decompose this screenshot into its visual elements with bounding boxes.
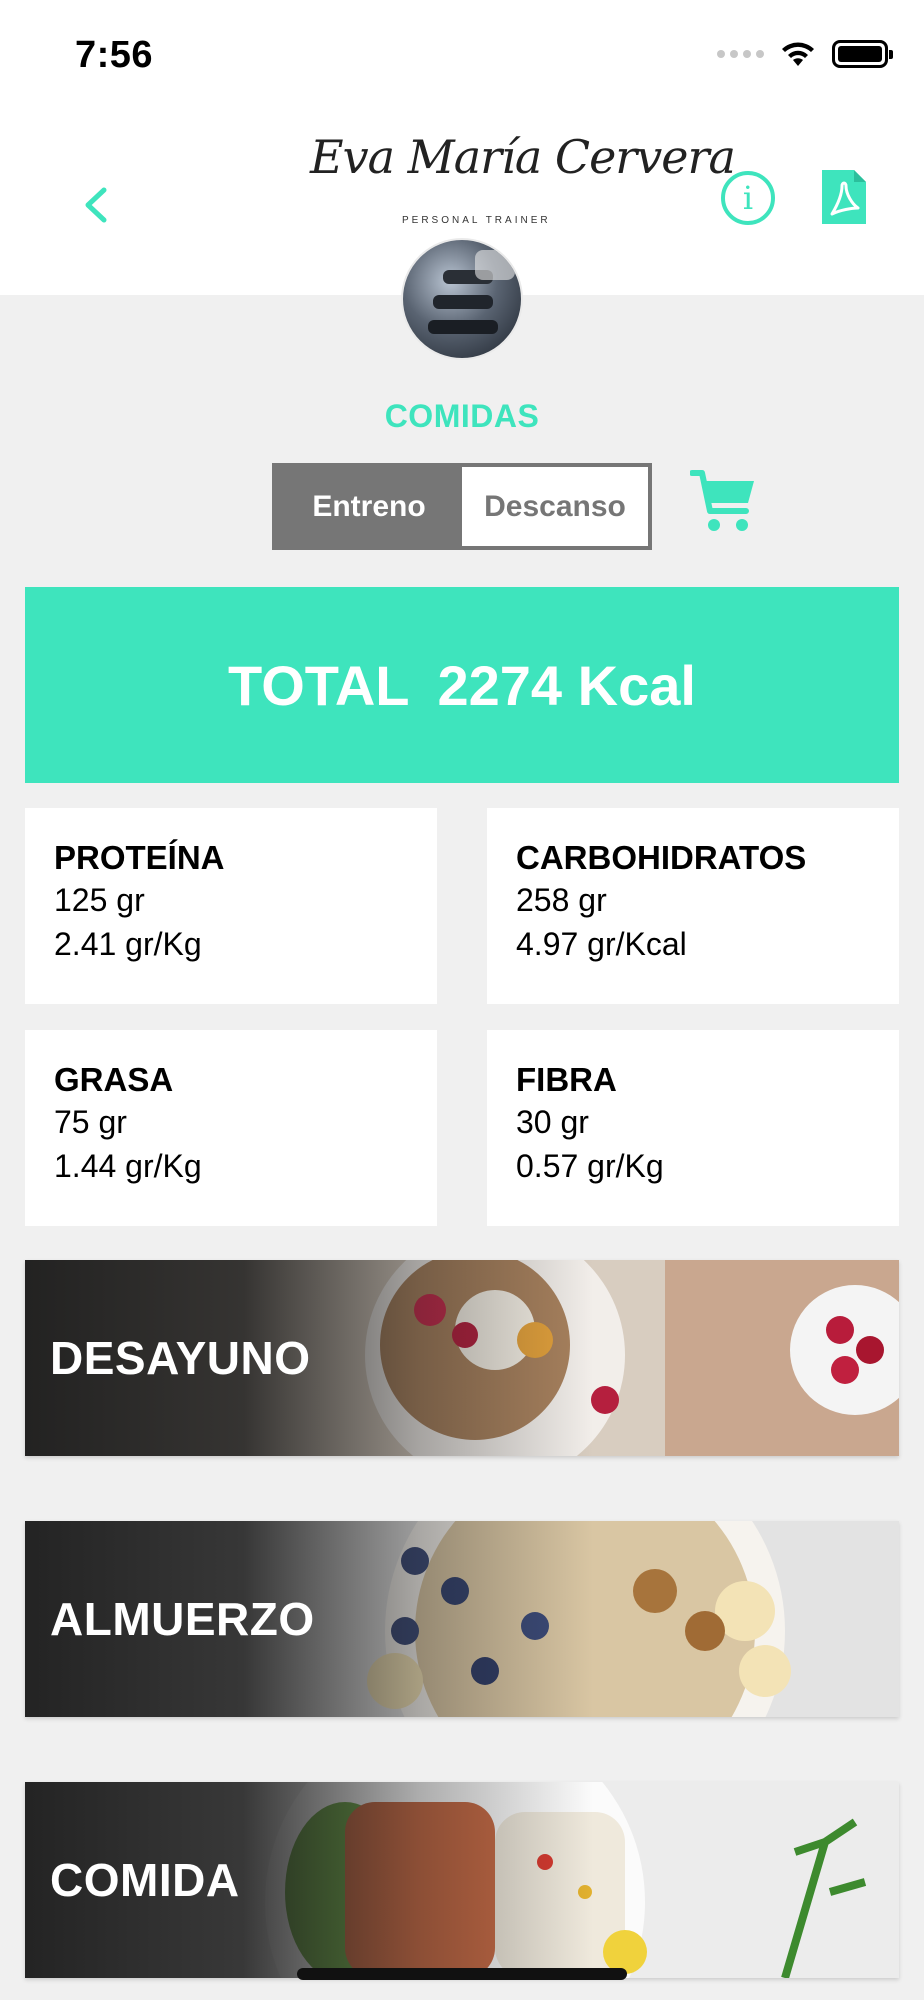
logo-subtitle: PERSONAL TRAINER	[402, 215, 551, 226]
macro-card-proteina: PROTEÍNA 125 gr 2.41 gr/Kg	[25, 808, 437, 1004]
macro-card-grasa: GRASA 75 gr 1.44 gr/Kg	[25, 1030, 437, 1226]
macro-name: PROTEÍNA	[54, 839, 225, 876]
total-value: 2274 Kcal	[437, 653, 696, 717]
macro-ratio: 0.57 gr/Kg	[516, 1148, 664, 1184]
macro-ratio: 2.41 gr/Kg	[54, 926, 202, 962]
avatar	[401, 238, 523, 360]
segment-entreno[interactable]: Entreno	[276, 467, 462, 546]
cart-icon[interactable]	[690, 467, 758, 535]
macro-grams: 258 gr	[516, 882, 607, 918]
macro-name: FIBRA	[516, 1061, 617, 1098]
total-kcal-bar: TOTAL 2274 Kcal	[25, 587, 899, 783]
battery-icon	[832, 40, 893, 68]
macro-ratio: 4.97 gr/Kcal	[516, 926, 687, 962]
meal-banner-almuerzo[interactable]: ALMUERZO	[25, 1521, 899, 1717]
macro-grams: 75 gr	[54, 1104, 127, 1140]
macro-grams: 125 gr	[54, 882, 145, 918]
macro-ratio: 1.44 gr/Kg	[54, 1148, 202, 1184]
status-icons	[717, 40, 893, 68]
macro-name: CARBOHIDRATOS	[516, 839, 807, 876]
section-title: COMIDAS	[384, 398, 540, 434]
avatar-image	[428, 250, 515, 334]
total-label: TOTAL	[228, 653, 410, 717]
segment-descanso[interactable]: Descanso	[462, 467, 648, 546]
logo-script: Eva María Cervera	[310, 130, 736, 184]
signal-icon	[717, 50, 764, 58]
meal-label: ALMUERZO	[50, 1593, 315, 1645]
chevron-left-icon[interactable]	[78, 178, 114, 232]
meal-label: COMIDA	[50, 1854, 240, 1906]
macro-grams: 30 gr	[516, 1104, 589, 1140]
info-icon[interactable]: i	[721, 171, 775, 225]
status-time: 7:56	[75, 34, 154, 76]
pdf-icon[interactable]	[822, 170, 866, 224]
macro-card-carbohidratos: CARBOHIDRATOS 258 gr 4.97 gr/Kcal	[487, 808, 899, 1004]
status-bar: 7:56	[0, 0, 924, 110]
macro-card-fibra: FIBRA 30 gr 0.57 gr/Kg	[487, 1030, 899, 1226]
day-type-segment: Entreno Descanso	[272, 463, 652, 550]
logo: Eva María Cervera PERSONAL TRAINER	[310, 130, 736, 226]
meal-label: DESAYUNO	[50, 1332, 311, 1384]
meal-banner-desayuno[interactable]: DESAYUNO	[25, 1260, 899, 1456]
meal-banner-comida[interactable]: COMIDA	[25, 1782, 899, 1978]
home-indicator[interactable]	[297, 1968, 627, 1980]
macro-name: GRASA	[54, 1061, 174, 1098]
wifi-icon	[782, 42, 814, 66]
